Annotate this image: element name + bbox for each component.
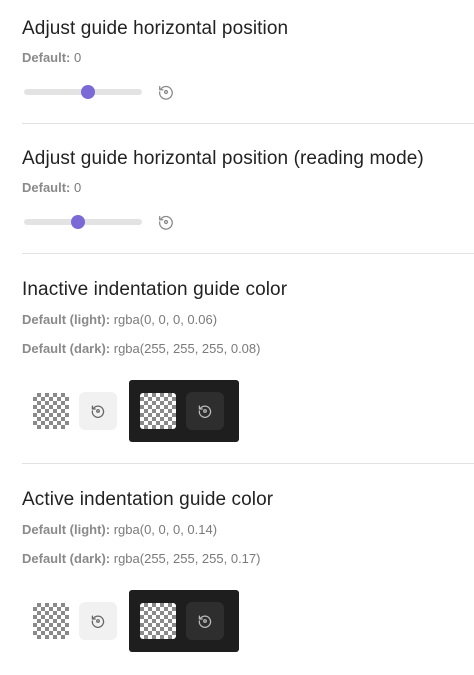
color-picker-row [33,590,239,652]
reset-icon[interactable] [156,82,176,102]
slider-thumb[interactable] [80,85,95,99]
default-label: Default: [22,50,71,65]
dark-color-swatch[interactable] [140,603,176,639]
default-light-line: Default (light): rgba(0, 0, 0, 0.06) [22,312,474,327]
dark-color-panel [129,590,239,652]
slider-row [24,82,176,102]
default-label: Default (light): [22,312,111,327]
light-reset-button[interactable] [79,392,117,430]
default-value: rgba(255, 255, 255, 0.08) [113,341,261,356]
setting-title: Adjust guide horizontal position [22,18,289,39]
setting-guide-horizontal-position-reading-mode: Adjust guide horizontal position (readin… [22,148,474,195]
light-color-swatch[interactable] [33,393,69,429]
reset-icon [198,405,212,418]
default-value: rgba(0, 0, 0, 0.06) [113,312,218,327]
divider [22,253,474,254]
setting-title: Active indentation guide color [22,489,274,510]
default-value: rgba(255, 255, 255, 0.17) [113,551,261,566]
default-value: 0 [74,50,82,65]
reset-icon [91,405,105,418]
reset-icon [198,615,212,628]
dark-reset-button[interactable] [186,392,224,430]
light-color-swatch[interactable] [33,603,69,639]
setting-title: Inactive indentation guide color [22,279,288,300]
dark-reset-button[interactable] [186,602,224,640]
setting-title: Adjust guide horizontal position (readin… [22,148,424,169]
default-label: Default: [22,180,71,195]
slider-row [24,212,176,232]
default-label: Default (dark): [22,551,111,566]
default-light-line: Default (light): rgba(0, 0, 0, 0.14) [22,522,474,537]
reset-icon [91,615,105,628]
default-label: Default (dark): [22,341,111,356]
horizontal-position-reading-mode-slider[interactable] [24,215,142,229]
default-value-line: Default: 0 [22,180,474,195]
divider [22,123,474,124]
reset-icon[interactable] [156,212,176,232]
horizontal-position-slider[interactable] [24,85,142,99]
setting-guide-horizontal-position: Adjust guide horizontal position Default… [22,18,474,65]
color-picker-row [33,380,239,442]
default-value: rgba(0, 0, 0, 0.14) [113,522,218,537]
setting-active-indentation-guide-color: Active indentation guide color Default (… [22,489,474,566]
slider-thumb[interactable] [71,215,86,229]
divider [22,463,474,464]
default-value: 0 [74,180,82,195]
setting-inactive-indentation-guide-color: Inactive indentation guide color Default… [22,279,474,356]
default-dark-line: Default (dark): rgba(255, 255, 255, 0.17… [22,551,474,566]
dark-color-swatch[interactable] [140,393,176,429]
default-label: Default (light): [22,522,111,537]
light-reset-button[interactable] [79,602,117,640]
default-dark-line: Default (dark): rgba(255, 255, 255, 0.08… [22,341,474,356]
default-value-line: Default: 0 [22,50,474,65]
dark-color-panel [129,380,239,442]
